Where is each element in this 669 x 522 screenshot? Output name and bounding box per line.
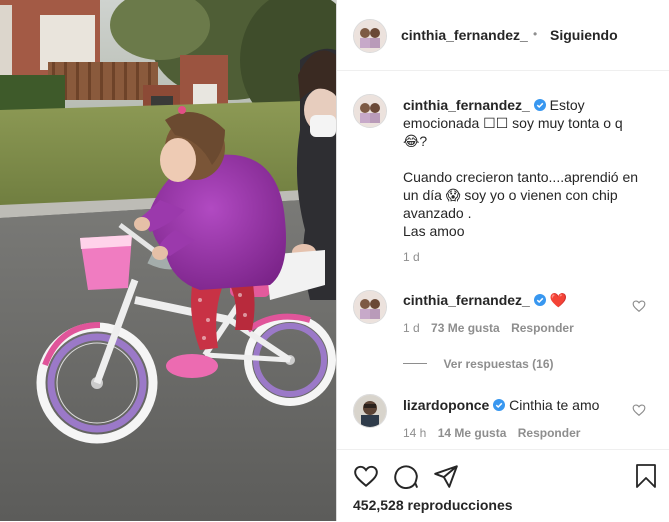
comment1-likes[interactable]: 73 Me gusta bbox=[431, 321, 500, 335]
caption-avatar[interactable] bbox=[353, 94, 387, 128]
like-icon[interactable] bbox=[353, 463, 379, 489]
comment2-text: Cinthia te amo bbox=[509, 397, 600, 413]
comments-section: cinthia_fernandez_ Estoy emocionada ☐☐ s… bbox=[337, 71, 669, 449]
avatar-image bbox=[354, 395, 386, 427]
comment1-reply-button[interactable]: Responder bbox=[511, 321, 574, 335]
post-actions-footer: 452,528 reproducciones bbox=[337, 449, 669, 522]
post-details-panel: cinthia_fernandez_ • Siguiendo cinthia_f… bbox=[336, 0, 669, 521]
caption-username[interactable]: cinthia_fernandez_ bbox=[403, 97, 530, 113]
laugh-emoji: 😂 bbox=[403, 133, 420, 149]
replies-divider bbox=[403, 363, 427, 365]
view-replies-label: Ver respuestas (16) bbox=[443, 357, 554, 371]
small-heart-icon[interactable] bbox=[632, 299, 646, 313]
view-replies-button[interactable]: Ver respuestas (16) bbox=[403, 355, 554, 373]
header-username[interactable]: cinthia_fernandez_ bbox=[401, 27, 528, 43]
comment-icon[interactable] bbox=[393, 463, 419, 489]
caption-text-2: soy muy tonta o q bbox=[512, 115, 623, 131]
caption-time[interactable]: 1 d bbox=[403, 250, 655, 264]
avatar-image bbox=[354, 20, 386, 52]
scream-emoji: 😱 bbox=[445, 187, 461, 203]
comment-1: cinthia_fernandez_ ❤️ 1 d 73 Me gusta Re… bbox=[403, 291, 633, 335]
avatar-image bbox=[354, 95, 386, 127]
caption: cinthia_fernandez_ Estoy emocionada ☐☐ s… bbox=[403, 96, 655, 264]
comment2-time[interactable]: 14 h bbox=[403, 426, 426, 440]
follow-status-button[interactable]: Siguiendo bbox=[550, 27, 618, 43]
comment-2: lizardoponce Cinthia te amo 14 h 14 Me g… bbox=[403, 396, 633, 440]
avatar-image bbox=[354, 291, 386, 323]
post-media[interactable] bbox=[0, 0, 336, 521]
avatar[interactable] bbox=[353, 19, 387, 53]
post-photo bbox=[0, 0, 336, 521]
caption-p2-line3: avanzado . bbox=[403, 205, 472, 221]
share-icon[interactable] bbox=[433, 463, 459, 489]
caption-p2-line4: Las amoo bbox=[403, 223, 465, 239]
verified-icon bbox=[493, 399, 506, 411]
comment2-likes[interactable]: 14 Me gusta bbox=[438, 426, 507, 440]
views-count[interactable]: 452,528 reproducciones bbox=[353, 497, 513, 513]
small-heart-icon[interactable] bbox=[632, 403, 646, 417]
caption-p2-line2b: soy yo o vienen con chip bbox=[464, 187, 618, 203]
comment2-avatar[interactable] bbox=[353, 394, 387, 428]
comment1-username[interactable]: cinthia_fernandez_ bbox=[403, 292, 530, 308]
caption-boxes: ☐☐ bbox=[483, 115, 509, 131]
caption-p2-line2a: un día bbox=[403, 187, 442, 203]
header-separator: • bbox=[533, 27, 538, 41]
comment1-avatar[interactable] bbox=[353, 290, 387, 324]
verified-icon bbox=[533, 294, 546, 306]
comment1-text: ❤️ bbox=[549, 292, 568, 308]
caption-p2-line1: Cuando crecieron tanto....aprendió en bbox=[403, 169, 639, 185]
comment2-username[interactable]: lizardoponce bbox=[403, 397, 489, 413]
save-icon[interactable] bbox=[634, 463, 658, 489]
caption-text-1a: Estoy bbox=[549, 97, 585, 113]
caption-text-1b: emocionada bbox=[403, 115, 480, 131]
post-header: cinthia_fernandez_ • Siguiendo bbox=[337, 0, 669, 71]
caption-question: ? bbox=[419, 133, 428, 149]
verified-icon bbox=[533, 99, 546, 111]
comment2-reply-button[interactable]: Responder bbox=[518, 426, 581, 440]
comment1-time[interactable]: 1 d bbox=[403, 321, 420, 335]
